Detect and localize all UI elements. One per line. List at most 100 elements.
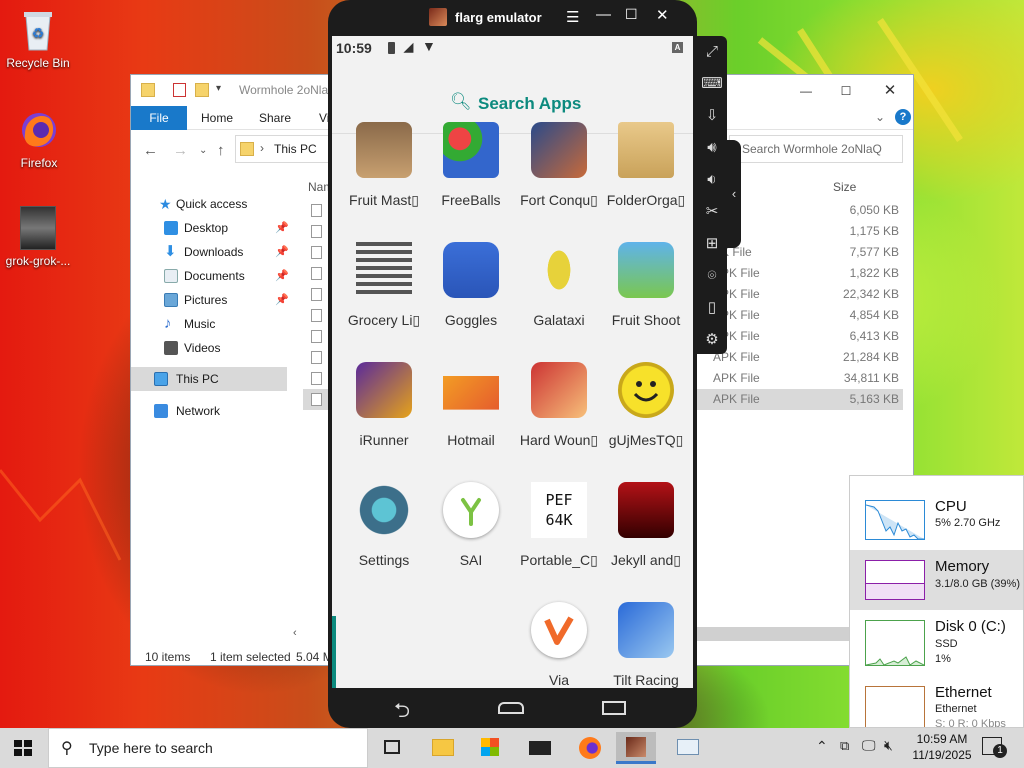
- app-label: Settings: [358, 552, 410, 568]
- file-icon: [311, 288, 322, 301]
- pin-icon[interactable]: 📌: [275, 288, 289, 312]
- app-folder-organizer[interactable]: FolderOrga▯: [602, 122, 690, 208]
- close-button[interactable]: ✕: [875, 77, 905, 105]
- breadcrumb[interactable]: This PC: [274, 142, 317, 156]
- app-sai[interactable]: SAI: [427, 482, 515, 568]
- shake-icon[interactable]: ▯: [700, 296, 724, 320]
- perf-item-memory[interactable]: Memory 3.1/8.0 GB (39%): [850, 550, 1023, 610]
- new-folder-icon[interactable]: [195, 83, 209, 97]
- close-button[interactable]: ✕: [656, 6, 669, 24]
- app-fruit-master[interactable]: Fruit Mast▯: [340, 122, 428, 208]
- app-fort-conquer[interactable]: Fort Conqu▯: [515, 122, 603, 208]
- nav-item-music[interactable]: ♪ Music: [131, 312, 291, 336]
- pin-icon[interactable]: 📌: [275, 264, 289, 288]
- keyboard-icon[interactable]: ⌨: [700, 72, 724, 96]
- volume-muted-icon[interactable]: 🔇︎: [884, 737, 893, 754]
- grok-desktop-icon[interactable]: grok-grok-...: [0, 206, 76, 268]
- file-size: 1,175 KB: [849, 224, 899, 238]
- file-icon: [311, 225, 322, 238]
- perf-item-cpu[interactable]: CPU 5% 2.70 GHz: [850, 476, 1023, 540]
- back-nav-icon[interactable]: ⮌: [394, 696, 410, 730]
- app-hotmail[interactable]: Hotmail: [427, 362, 515, 448]
- nav-item-videos[interactable]: Videos: [131, 336, 291, 360]
- install-apk-icon[interactable]: ⇩: [700, 104, 724, 128]
- collapse-sidebar-chevron-icon[interactable]: ‹: [727, 140, 741, 248]
- hard-wound-icon: [531, 362, 587, 418]
- multi-instance-icon[interactable]: ⊞: [700, 232, 724, 256]
- mail-taskbar-icon[interactable]: [520, 732, 560, 764]
- nav-item-desktop[interactable]: Desktop 📌: [131, 216, 291, 240]
- task-manager-taskbar-icon[interactable]: [668, 732, 708, 764]
- recent-dropdown-icon[interactable]: ⌄: [199, 145, 207, 156]
- pin-icon[interactable]: 📌: [275, 240, 289, 264]
- properties-icon[interactable]: [173, 83, 186, 97]
- ribbon-expand-icon[interactable]: ⌄: [875, 110, 885, 124]
- volume-down-icon[interactable]: 🔉︎: [700, 168, 724, 192]
- pin-icon[interactable]: 📌: [275, 216, 289, 240]
- recycle-bin-desktop-icon[interactable]: ♻ Recycle Bin: [0, 8, 76, 70]
- maximize-button[interactable]: ☐: [831, 77, 861, 105]
- firefox-taskbar-icon[interactable]: [570, 732, 610, 764]
- network-status-icon[interactable]: 🖵︎: [862, 737, 876, 754]
- app-freeballs[interactable]: FreeBalls: [427, 122, 515, 208]
- search-input[interactable]: Search Wormhole 2oNlaQ: [729, 135, 903, 163]
- column-header-size[interactable]: Size: [833, 180, 856, 194]
- recycle-bin-icon: ♻: [18, 8, 58, 52]
- app-settings-gear[interactable]: Settings: [340, 482, 428, 568]
- nav-item-network[interactable]: Network: [131, 399, 291, 423]
- nav-item-documents[interactable]: Documents 📌: [131, 264, 291, 288]
- quick-access-dropdown-icon[interactable]: ▾: [216, 83, 221, 94]
- app-portable-c[interactable]: PEF 64K Portable_C▯: [515, 482, 603, 568]
- task-view-icon[interactable]: [372, 732, 412, 764]
- perf-item-disk[interactable]: Disk 0 (C:) SSD 1%: [850, 610, 1023, 670]
- nav-item-this-pc[interactable]: This PC: [131, 367, 287, 391]
- help-icon[interactable]: ?: [895, 109, 911, 125]
- device-icon[interactable]: ⧉: [840, 738, 849, 754]
- android-screen[interactable]: 10:59 ◢ ▼ A 🔍︎ Search Apps Fruit Mast▯ Fr…: [332, 36, 693, 688]
- taskbar-clock[interactable]: 10:59 AM 11/19/2025: [910, 731, 974, 763]
- back-arrow-icon[interactable]: ←: [143, 142, 158, 159]
- windows-start-icon[interactable]: [14, 740, 32, 756]
- forward-arrow-icon[interactable]: →: [173, 142, 188, 159]
- taskbar-search-input[interactable]: ⚲ Type here to search: [48, 728, 368, 768]
- perf-name: Ethernet: [935, 684, 992, 701]
- app-tilt-racing[interactable]: Tilt Racing: [602, 602, 690, 688]
- menu-icon[interactable]: ☰: [566, 8, 579, 26]
- tab-file[interactable]: File: [131, 106, 187, 130]
- file-size: 4,854 KB: [849, 308, 899, 322]
- up-arrow-icon[interactable]: ↑: [217, 142, 225, 159]
- tab-share[interactable]: Share: [249, 106, 301, 130]
- perf-name: Disk 0 (C:): [935, 618, 1006, 635]
- app-hard-wound[interactable]: Hard Woun▯: [515, 362, 603, 448]
- minimize-button[interactable]: —: [596, 6, 611, 23]
- app-via[interactable]: Via: [515, 602, 603, 688]
- screenshot-icon[interactable]: ✂: [700, 200, 724, 224]
- nav-item-quick-access[interactable]: ★ Quick access: [131, 192, 291, 216]
- fullscreen-icon[interactable]: ⤢: [700, 40, 724, 64]
- gear-icon[interactable]: ⚙: [700, 328, 724, 352]
- app-irunner[interactable]: iRunner: [340, 362, 428, 448]
- scroll-left-icon[interactable]: ‹: [293, 627, 297, 639]
- app-galataxi[interactable]: Galataxi: [515, 242, 603, 328]
- app-goggles[interactable]: Goggles: [427, 242, 515, 328]
- firefox-desktop-icon[interactable]: Firefox: [1, 108, 77, 170]
- nav-item-pictures[interactable]: Pictures 📌: [131, 288, 291, 312]
- show-hidden-icons-chevron-icon[interactable]: ⌃: [816, 738, 828, 755]
- maximize-button[interactable]: ☐: [625, 6, 638, 23]
- store-taskbar-icon[interactable]: [470, 732, 510, 764]
- recents-nav-icon[interactable]: [602, 701, 626, 715]
- app-fruit-shoot[interactable]: Fruit Shoot: [602, 242, 690, 328]
- nav-item-downloads[interactable]: ⬇ Downloads 📌: [131, 240, 291, 264]
- app-jekyll-hat[interactable]: Jekyll and▯: [602, 482, 690, 568]
- location-icon[interactable]: ⌾: [700, 264, 724, 288]
- volume-up-icon[interactable]: 🔊︎: [700, 136, 724, 160]
- minimize-button[interactable]: —: [791, 77, 821, 105]
- emulator-taskbar-icon[interactable]: [616, 732, 656, 764]
- app-smiley[interactable]: gUjMesTQ▯: [602, 362, 690, 448]
- app-grocery-list[interactable]: Grocery Li▯: [340, 242, 428, 328]
- home-nav-icon[interactable]: [498, 702, 524, 714]
- perf-item-ethernet[interactable]: Ethernet Ethernet S: 0 R: 0 Kbps: [850, 678, 1023, 727]
- file-explorer-taskbar-icon[interactable]: [422, 732, 462, 764]
- tab-home[interactable]: Home: [191, 106, 243, 130]
- address-bar[interactable]: › This PC: [235, 135, 331, 163]
